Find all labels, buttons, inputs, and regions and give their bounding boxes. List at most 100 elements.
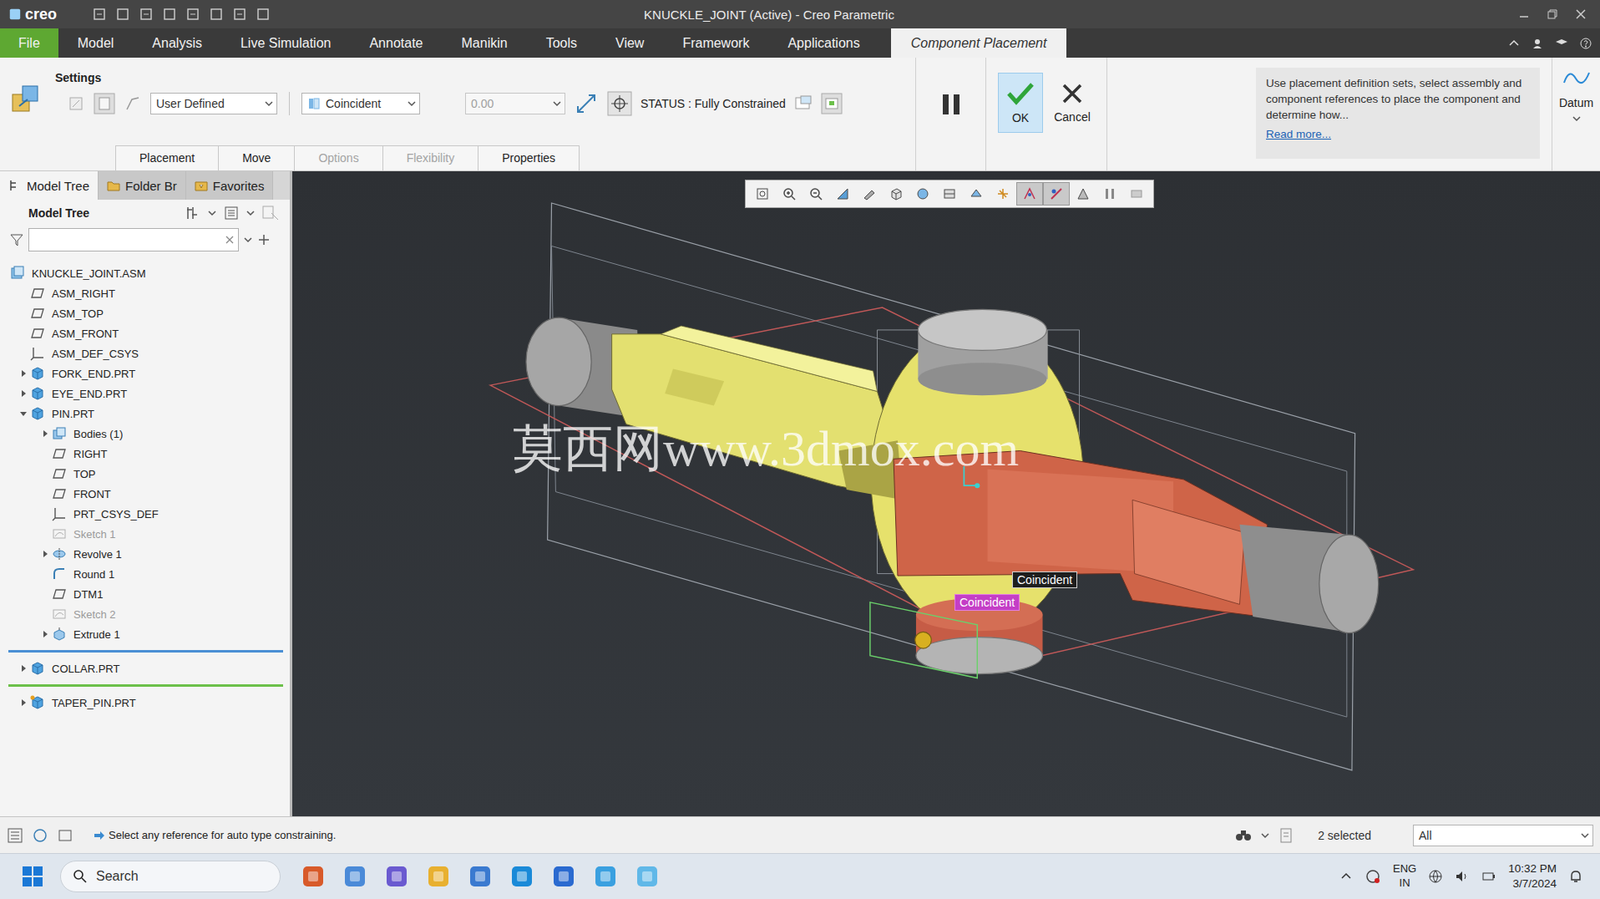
expand-arrow-icon[interactable] xyxy=(19,369,28,378)
tree-item[interactable]: TAPER_PIN.PRT xyxy=(0,692,290,713)
tree-item[interactable]: PIN.PRT xyxy=(0,403,290,424)
graphics-viewport[interactable]: 莫西网www.3dmox.comCoincidentCoincident xyxy=(292,171,1600,816)
sub-tab[interactable]: Move xyxy=(217,145,295,171)
graphics-tool-button[interactable] xyxy=(1016,182,1044,206)
menu-item[interactable]: Applications xyxy=(768,28,879,58)
learning-icon[interactable] xyxy=(1554,37,1569,50)
taskbar-app-icon[interactable] xyxy=(384,863,410,889)
expand-arrow-icon[interactable] xyxy=(19,389,28,398)
graphics-tool-button[interactable] xyxy=(1096,182,1124,206)
minimize-icon[interactable] xyxy=(1518,8,1530,21)
notification-bell-icon[interactable] xyxy=(1568,868,1584,884)
input-language[interactable]: ENGIN xyxy=(1392,861,1417,891)
menu-item[interactable]: Tools xyxy=(526,28,597,58)
close-icon[interactable] xyxy=(1574,8,1587,21)
tree-item[interactable]: DTM1 xyxy=(0,583,290,604)
graphics-tool-button[interactable] xyxy=(882,182,910,206)
placement-icon[interactable] xyxy=(9,82,43,117)
navigator-tab[interactable]: Favorites xyxy=(186,171,274,200)
tree-settings-icon[interactable] xyxy=(184,204,202,222)
graphics-tool-button[interactable] xyxy=(1123,182,1150,206)
offset-field[interactable]: 0.00 xyxy=(465,92,566,115)
selection-list-icon[interactable] xyxy=(1277,826,1295,844)
constraint-set-icon[interactable] xyxy=(93,92,116,115)
knuckle-joint-model[interactable] xyxy=(292,171,1600,816)
constraint-label[interactable]: Coincident xyxy=(1012,571,1078,588)
restore-icon[interactable] xyxy=(1546,8,1559,21)
tree-item[interactable]: ASM_TOP xyxy=(0,303,290,324)
tree-item[interactable]: Sketch 1 xyxy=(0,523,290,544)
navigator-tab[interactable]: Model Tree xyxy=(0,171,99,200)
expand-arrow-icon[interactable] xyxy=(40,629,50,638)
datum-button[interactable]: Datum xyxy=(1551,57,1600,171)
quick-access-icon[interactable] xyxy=(232,6,248,22)
quick-access-icon[interactable] xyxy=(255,6,271,22)
taskbar-app-icon[interactable] xyxy=(300,863,326,889)
taskbar-app-icon[interactable] xyxy=(592,863,618,889)
graphics-tool-button[interactable] xyxy=(989,182,1017,206)
constraint-label[interactable]: Coincident xyxy=(954,593,1020,611)
tree-item[interactable]: Round 1 xyxy=(0,563,290,584)
taskbar-app-icon[interactable] xyxy=(342,863,368,889)
cancel-button[interactable]: Cancel xyxy=(1049,72,1095,133)
connection-icon[interactable] xyxy=(123,94,142,113)
constraint-type-dropdown[interactable]: Coincident xyxy=(301,92,421,115)
assembly-window-icon[interactable] xyxy=(820,92,843,115)
tree-item[interactable]: ASM_FRONT xyxy=(0,323,290,344)
sync-icon[interactable] xyxy=(1364,867,1382,885)
collapse-arrow-icon[interactable] xyxy=(19,409,28,418)
menu-item[interactable]: Framework xyxy=(663,28,769,58)
user-icon[interactable] xyxy=(1531,37,1544,50)
expand-arrow-icon[interactable] xyxy=(40,429,50,438)
clear-search-icon[interactable] xyxy=(224,234,235,245)
taskbar-clock[interactable]: 10:32 PM3/7/2024 xyxy=(1508,860,1557,892)
tree-search-field[interactable] xyxy=(28,227,239,252)
quick-access-icon[interactable] xyxy=(208,6,224,22)
tree-item[interactable]: EYE_END.PRT xyxy=(0,383,290,404)
tree-item[interactable]: RIGHT xyxy=(0,443,290,464)
menu-item[interactable]: Model xyxy=(58,28,134,58)
menu-item[interactable]: View xyxy=(596,28,664,58)
sub-tab[interactable]: Options xyxy=(293,145,383,171)
component-drag-icon[interactable] xyxy=(607,91,633,117)
set-type-dropdown[interactable]: User Defined xyxy=(150,92,278,115)
tree-filter-icon[interactable] xyxy=(261,204,280,222)
browser-toggle-icon[interactable] xyxy=(31,826,49,844)
separate-window-icon[interactable] xyxy=(794,94,813,113)
quick-access-icon[interactable] xyxy=(138,6,154,22)
menu-item[interactable]: Annotate xyxy=(349,28,442,58)
tree-item[interactable]: TOP xyxy=(0,463,290,484)
expand-arrow-icon[interactable] xyxy=(19,663,28,673)
tree-item[interactable]: COLLAR.PRT xyxy=(0,658,290,679)
sub-tab[interactable]: Flexibility xyxy=(382,145,480,171)
quick-access-icon[interactable] xyxy=(115,6,131,22)
tree-item[interactable]: FRONT xyxy=(0,483,290,504)
menu-item[interactable]: Live Simulation xyxy=(221,28,351,58)
taskbar-search[interactable]: Search xyxy=(60,860,281,892)
add-filter-icon[interactable] xyxy=(257,232,271,247)
flip-icon[interactable] xyxy=(573,91,599,117)
taskbar-app-icon[interactable] xyxy=(467,863,493,889)
sub-tab[interactable]: Placement xyxy=(115,145,219,171)
graphics-tool-button[interactable] xyxy=(802,182,830,206)
expand-arrow-icon[interactable] xyxy=(19,698,28,707)
graphics-tool-button[interactable] xyxy=(749,182,776,206)
menu-item[interactable]: Manikin xyxy=(442,28,527,58)
tree-item[interactable]: KNUCKLE_JOINT.ASM xyxy=(0,263,290,284)
taskbar-app-icon[interactable] xyxy=(634,863,660,889)
tree-toggle-icon[interactable] xyxy=(6,826,24,844)
tree-item[interactable]: Revolve 1 xyxy=(0,543,290,564)
windows-start-icon[interactable] xyxy=(21,865,44,887)
tree-item[interactable]: Sketch 2 xyxy=(0,603,290,624)
read-more-link[interactable]: Read more... xyxy=(1265,126,1530,143)
tray-chevron-icon[interactable] xyxy=(1339,869,1353,883)
tree-item[interactable]: PRT_CSYS_DEF xyxy=(0,503,290,524)
fullscreen-icon[interactable] xyxy=(56,826,74,844)
find-icon[interactable] xyxy=(1234,826,1253,844)
quick-access-icon[interactable] xyxy=(162,6,178,22)
graphics-tool-button[interactable] xyxy=(1069,182,1097,206)
volume-icon[interactable] xyxy=(1454,868,1470,884)
tree-item[interactable]: ASM_DEF_CSYS xyxy=(0,343,290,364)
graphics-tool-button[interactable] xyxy=(855,182,883,206)
tree-item[interactable]: Bodies (1) xyxy=(0,423,290,444)
